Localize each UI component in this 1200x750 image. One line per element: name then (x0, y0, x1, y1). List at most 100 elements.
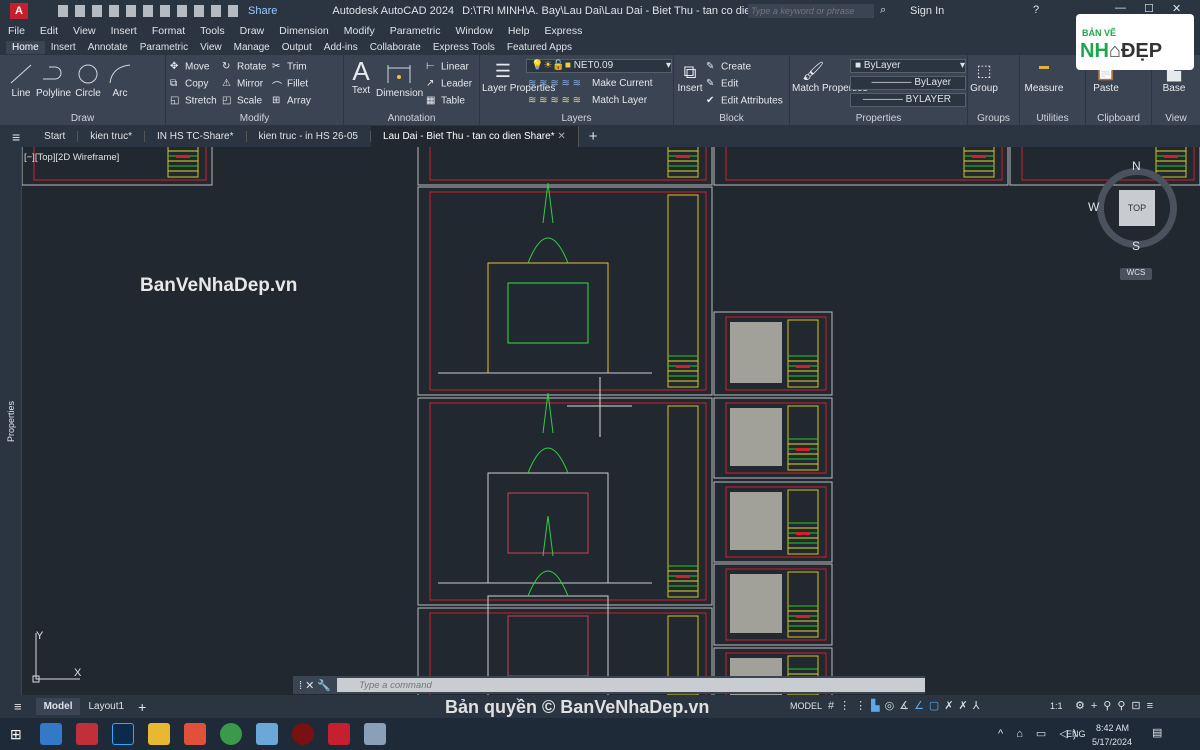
language-indicator[interactable]: ENG (1066, 729, 1086, 739)
chrome-icon[interactable] (219, 723, 242, 745)
snipping-tool-icon[interactable] (183, 723, 206, 745)
menu-parametric[interactable]: Parametric (390, 25, 441, 37)
clock-date[interactable]: 5/17/2024 (1092, 737, 1132, 747)
wcs-menu[interactable]: WCS (1120, 268, 1152, 280)
menu-tools[interactable]: Tools (200, 25, 225, 37)
layer-tools-row-1[interactable]: ≋ ≋ ≋ ≋ ≋ (528, 78, 581, 89)
measure-button[interactable]: ▬ Measure (1024, 61, 1064, 94)
view-panel-title[interactable]: View (1152, 113, 1200, 124)
leader-button[interactable]: ↗ Leader (426, 78, 472, 90)
menu-modify[interactable]: Modify (344, 25, 375, 37)
properties-panel-title[interactable]: Properties (790, 113, 967, 124)
viewport-controls[interactable]: [−][Top][2D Wireframe] (24, 152, 119, 163)
mirror-button[interactable]: ⚠ Mirror (222, 78, 263, 90)
properties-palette-label[interactable]: Properties (6, 392, 16, 442)
command-close-icon[interactable]: ⁞ ✕ 🔧 (299, 679, 331, 692)
tab-express-tools[interactable]: Express Tools (427, 41, 501, 54)
viewcube[interactable]: TOP N S W (1088, 159, 1182, 253)
menu-insert[interactable]: Insert (111, 25, 137, 37)
color-dropdown[interactable]: ■ ByLayer ▾ (850, 59, 966, 73)
layer-dropdown[interactable]: 💡☀🔓■ NET0.09 ▾ (526, 59, 672, 73)
lineweight-dropdown[interactable]: ———— BYLAYER (850, 93, 966, 107)
file-explorer-icon[interactable] (147, 723, 170, 745)
tab-view[interactable]: View (194, 41, 228, 54)
minimize-button[interactable]: — (1115, 2, 1126, 14)
layer-tools-row-2[interactable]: ≋ ≋ ≋ ≋ ≋ (528, 95, 581, 106)
search-icon[interactable]: ⌕ (880, 4, 886, 17)
text-button[interactable]: A Text (350, 57, 372, 96)
table-button[interactable]: ▦ Table (426, 95, 465, 107)
groups-panel-title[interactable]: Groups (968, 113, 1019, 124)
linetype-dropdown[interactable]: ———— ByLayer (850, 76, 966, 90)
tab-output[interactable]: Output (276, 41, 318, 54)
photoshop-icon[interactable] (111, 723, 134, 745)
properties-palette-strip[interactable]: Properties (0, 147, 22, 695)
file-tabs-menu-icon[interactable]: ≡ (0, 129, 32, 145)
edit-attributes-button[interactable]: ✔ Edit Attributes (706, 95, 783, 107)
file-tab[interactable]: kien truc - in HS 26-05 (247, 131, 371, 142)
notepad-icon[interactable] (255, 723, 278, 745)
menu-express[interactable]: Express (544, 25, 582, 37)
menu-edit[interactable]: Edit (40, 25, 58, 37)
polyline-button[interactable]: Polyline (36, 63, 71, 99)
copy-button[interactable]: ⧉ Copy (170, 78, 208, 90)
tab-insert[interactable]: Insert (45, 41, 82, 54)
help-icon[interactable]: ? (1033, 4, 1039, 16)
command-line[interactable]: ⁞ ✕ 🔧 (293, 676, 925, 694)
status-tools[interactable]: #⋮⋮▙◎∡∠▢✗✗⅄ (828, 699, 984, 712)
match-layer-button[interactable]: Match Layer (592, 95, 647, 106)
utilities-panel-title[interactable]: Utilities (1020, 113, 1085, 124)
autocad-taskbar-icon[interactable] (327, 723, 350, 745)
menu-dimension[interactable]: Dimension (279, 25, 329, 37)
tab-model[interactable]: Model (35, 698, 81, 715)
create-block-button[interactable]: ✎ Create (706, 61, 751, 73)
new-tab-button[interactable]: + (579, 128, 608, 145)
layer-properties-button[interactable]: ☰ Layer Properties (482, 59, 555, 94)
file-tab[interactable]: IN HS TC-Share* (145, 131, 247, 142)
layers-panel-title[interactable]: Layers (480, 113, 673, 124)
tab-featured-apps[interactable]: Featured Apps (501, 41, 578, 54)
trim-button[interactable]: ✂ Trim (272, 61, 307, 73)
match-properties-button[interactable]: 🖌 Match Properties (792, 59, 868, 94)
sign-in-button[interactable]: Sign In (910, 5, 944, 17)
draw-panel-title[interactable]: Draw (0, 113, 165, 124)
array-button[interactable]: ⊞ Array (272, 95, 311, 107)
move-button[interactable]: ✥ Move (170, 61, 209, 73)
quick-access-toolbar[interactable] (58, 5, 238, 17)
insert-block-button[interactable]: ⧉ Insert (676, 61, 704, 94)
drawing-canvas[interactable]: [−][Top][2D Wireframe] BanVeNhaDep.vn TO… (22, 147, 1200, 695)
block-panel-title[interactable]: Block (674, 113, 789, 124)
annotation-scale[interactable]: 1:1 (1050, 701, 1063, 711)
menu-help[interactable]: Help (508, 25, 530, 37)
status-right-tools[interactable]: ⚙+⚲⚲⊡≡ (1075, 699, 1159, 712)
file-tab-active[interactable]: Lau Dai - Biet Thu - tan co dien Share* … (371, 126, 579, 147)
file-tab[interactable]: kien truc* (78, 131, 145, 142)
scale-button[interactable]: ◰ Scale (222, 95, 262, 107)
clock-time[interactable]: 8:42 AM (1096, 723, 1129, 733)
tab-layout1[interactable]: Layout1 (80, 698, 132, 715)
clipboard-panel-title[interactable]: Clipboard (1086, 113, 1151, 124)
modify-panel-title[interactable]: Modify (166, 113, 343, 124)
close-tab-icon[interactable]: ✕ (557, 131, 565, 142)
compass-north[interactable]: N (1132, 159, 1141, 173)
group-button[interactable]: ⬚ Group (970, 61, 998, 94)
edit-block-button[interactable]: ✎ Edit (706, 78, 738, 90)
file-tab-start[interactable]: Start (32, 131, 79, 142)
dimension-button[interactable]: Dimension (376, 63, 423, 99)
compass-west[interactable]: W (1088, 200, 1099, 214)
screen-recorder-icon[interactable] (75, 723, 98, 745)
tab-collaborate[interactable]: Collaborate (364, 41, 427, 54)
menu-draw[interactable]: Draw (240, 25, 265, 37)
share-button[interactable]: Share (248, 5, 277, 17)
circle-button[interactable]: Circle (74, 63, 102, 99)
viewcube-top-face[interactable]: TOP (1119, 190, 1155, 226)
make-current-button[interactable]: Make Current (592, 78, 653, 89)
tab-parametric[interactable]: Parametric (134, 41, 194, 54)
tab-home[interactable]: Home (6, 40, 45, 54)
linear-button[interactable]: ⊢ Linear (426, 61, 469, 73)
store-icon[interactable] (39, 723, 62, 745)
stretch-button[interactable]: ◱ Stretch (170, 95, 217, 107)
tab-manage[interactable]: Manage (228, 41, 276, 54)
app-icon[interactable] (291, 723, 314, 745)
line-button[interactable]: Line (8, 63, 34, 99)
